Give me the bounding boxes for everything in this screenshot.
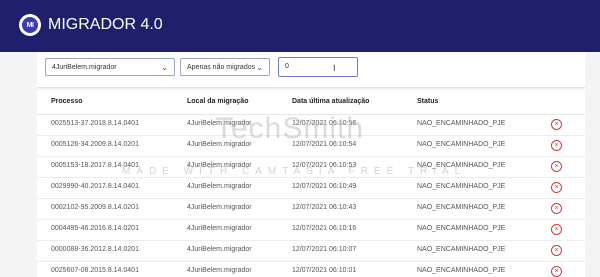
app-window: MI MIGRADOR 4.0 4JuriBelem.migrador ⌄ Ap… bbox=[0, 0, 600, 277]
app-title: MIGRADOR 4.0 bbox=[48, 16, 163, 33]
cell-local: 4JuriBelem.migrador bbox=[187, 246, 252, 253]
close-circle-icon[interactable]: × bbox=[551, 182, 562, 193]
cell-status: NAO_ENCAMINHADO_PJE bbox=[417, 225, 506, 232]
cell-processo: 0005153-18.2017.8.14.0401 bbox=[51, 162, 139, 169]
table-row: 0029990-40.2017.8.14.0401 4JuriBelem.mig… bbox=[37, 177, 585, 199]
table-row: 0025513-37.2018.8.14.0401 4JuriBelem.mig… bbox=[37, 114, 585, 136]
cell-local: 4JuriBelem.migrador bbox=[187, 162, 252, 169]
chevron-down-icon: ⌄ bbox=[256, 63, 263, 72]
table-row: 0004495-46.2016.8.14.0201 4JuriBelem.mig… bbox=[37, 219, 585, 241]
app-logo-mark: MI bbox=[22, 17, 38, 33]
cell-status: NAO_ENCAMINHADO_PJE bbox=[417, 120, 506, 127]
cell-local: 4JuriBelem.migrador bbox=[187, 183, 252, 190]
cell-data: 12/07/2021 06:10:49 bbox=[292, 183, 357, 190]
migration-file-select[interactable]: 4JuriBelem.migrador ⌄ bbox=[45, 58, 175, 76]
cell-data: 12/07/2021 06:10:07 bbox=[292, 246, 357, 253]
cell-processo: 0005126-34.2009.8.14.0201 bbox=[51, 141, 139, 148]
table-row: 0025607-08.2015.8.14.0401 4JuriBelem.mig… bbox=[37, 261, 585, 277]
close-circle-icon[interactable]: × bbox=[551, 245, 562, 256]
cell-local: 4JuriBelem.migrador bbox=[187, 204, 252, 211]
cell-local: 4JuriBelem.migrador bbox=[187, 267, 252, 274]
header-local-migracao: Local da migração bbox=[187, 98, 249, 105]
cell-local: 4JuriBelem.migrador bbox=[187, 225, 252, 232]
top-bar: MI MIGRADOR 4.0 bbox=[0, 0, 600, 52]
table-row: 0005126-34.2009.8.14.0201 4JuriBelem.mig… bbox=[37, 135, 585, 157]
cell-status: NAO_ENCAMINHADO_PJE bbox=[417, 246, 506, 253]
table-header: Processo Local da migração Data última a… bbox=[37, 90, 585, 115]
cell-processo: 0025513-37.2018.8.14.0401 bbox=[51, 120, 139, 127]
close-circle-icon[interactable]: × bbox=[551, 224, 562, 235]
cell-data: 12/07/2021 06:10:54 bbox=[292, 141, 357, 148]
table-row: 0000088-36.2012.8.14.0201 4JuriBelem.mig… bbox=[37, 240, 585, 262]
close-circle-icon[interactable]: × bbox=[551, 119, 562, 130]
close-circle-icon[interactable]: × bbox=[551, 266, 562, 277]
cell-data: 12/07/2021 06:10:53 bbox=[292, 162, 357, 169]
cell-processo: 0025607-08.2015.8.14.0401 bbox=[51, 267, 139, 274]
header-processo: Processo bbox=[51, 98, 83, 105]
cell-processo: 0029990-40.2017.8.14.0401 bbox=[51, 183, 139, 190]
header-status: Status bbox=[417, 98, 439, 105]
cell-processo: 0000088-36.2012.8.14.0201 bbox=[51, 246, 139, 253]
migration-file-select-value: 4JuriBelem.migrador bbox=[52, 64, 117, 71]
cell-data: 12/07/2021 06:10:56 bbox=[292, 120, 357, 127]
cell-status: NAO_ENCAMINHADO_PJE bbox=[417, 267, 506, 274]
status-filter-select[interactable]: Apenas não migrados ⌄ bbox=[180, 58, 270, 76]
cell-data: 12/07/2021 06:10:01 bbox=[292, 267, 357, 274]
table-row: 0002102-95.2009.8.14.0201 4JuriBelem.mig… bbox=[37, 198, 585, 220]
cell-local: 4JuriBelem.migrador bbox=[187, 120, 252, 127]
text-cursor-icon: I bbox=[333, 63, 336, 73]
filter-panel: 4JuriBelem.migrador ⌄ Apenas não migrado… bbox=[37, 52, 585, 88]
cell-status: NAO_ENCAMINHADO_PJE bbox=[417, 204, 506, 211]
cell-local: 4JuriBelem.migrador bbox=[187, 141, 252, 148]
cell-status: NAO_ENCAMINHADO_PJE bbox=[417, 162, 506, 169]
close-circle-icon[interactable]: × bbox=[551, 161, 562, 172]
close-circle-icon[interactable]: × bbox=[551, 203, 562, 214]
cell-processo: 0002102-95.2009.8.14.0201 bbox=[51, 204, 139, 211]
app-logo: MI bbox=[19, 14, 41, 36]
cell-status: NAO_ENCAMINHADO_PJE bbox=[417, 141, 506, 148]
cell-data: 12/07/2021 06:10:43 bbox=[292, 204, 357, 211]
status-filter-select-value: Apenas não migrados bbox=[187, 64, 256, 71]
chevron-down-icon: ⌄ bbox=[161, 63, 168, 72]
search-input-value: 0 bbox=[285, 63, 289, 70]
close-circle-icon[interactable]: × bbox=[551, 140, 562, 151]
migration-table: Processo Local da migração Data última a… bbox=[37, 90, 585, 277]
header-data-atualizacao: Data última atualização bbox=[292, 98, 370, 105]
cell-data: 12/07/2021 06:10:16 bbox=[292, 225, 357, 232]
cell-status: NAO_ENCAMINHADO_PJE bbox=[417, 183, 506, 190]
cell-processo: 0004495-46.2016.8.14.0201 bbox=[51, 225, 139, 232]
table-row: 0005153-18.2017.8.14.0401 4JuriBelem.mig… bbox=[37, 156, 585, 178]
search-input[interactable]: 0 bbox=[278, 57, 358, 77]
